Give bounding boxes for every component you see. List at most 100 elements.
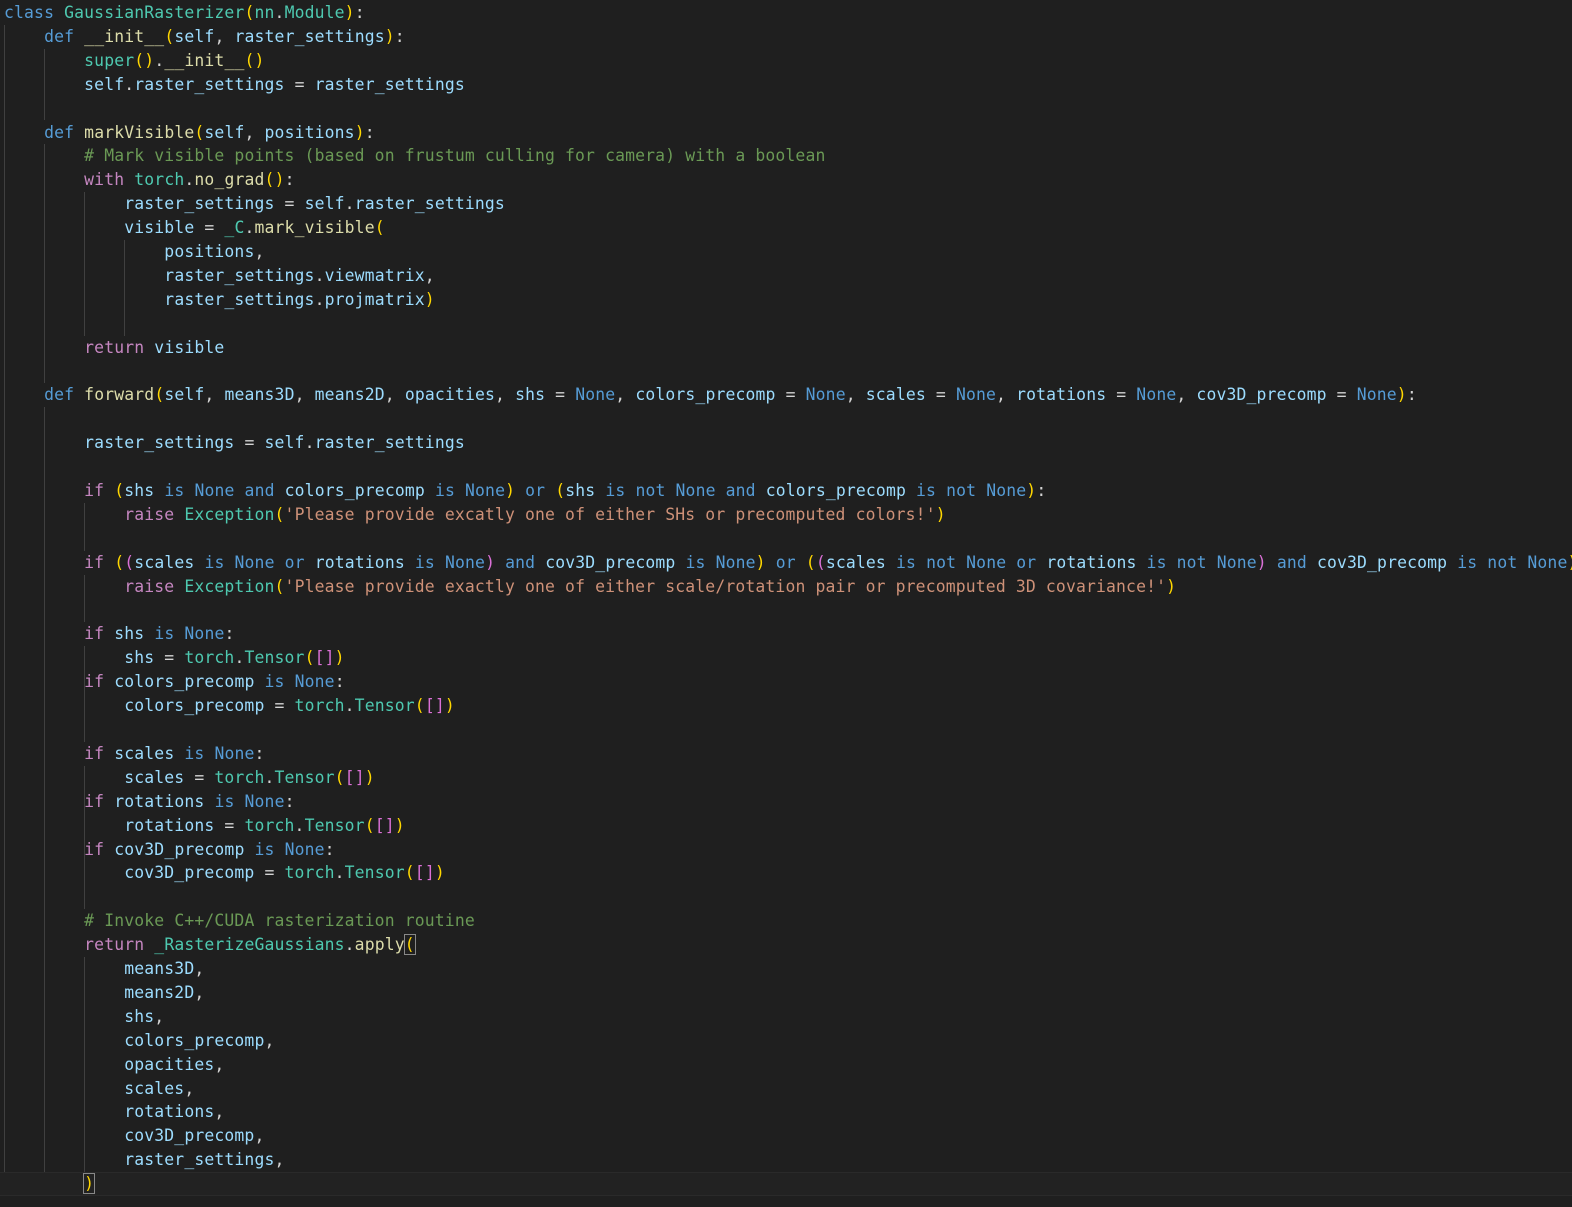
code-line[interactable]: [0, 455, 1572, 479]
code-line[interactable]: if ((scales is None or rotations is None…: [0, 551, 1572, 575]
code-line[interactable]: # Mark visible points (based on frustum …: [0, 144, 1572, 168]
code-line[interactable]: if colors_precomp is None:: [0, 670, 1572, 694]
code-line[interactable]: class GaussianRasterizer(nn.Module):: [0, 1, 1572, 25]
code-token: visible: [124, 218, 195, 238]
code-line[interactable]: rotations,: [0, 1100, 1572, 1124]
code-token: =: [1106, 385, 1137, 405]
code-line[interactable]: raise Exception('Please provide exactly …: [0, 575, 1572, 599]
code-line[interactable]: ): [0, 1172, 1572, 1197]
code-line[interactable]: [0, 527, 1572, 551]
code-line[interactable]: def markVisible(self, positions):: [0, 121, 1572, 145]
code-line[interactable]: visible = _C.mark_visible(: [0, 216, 1572, 240]
code-line[interactable]: rotations = torch.Tensor([]): [0, 814, 1572, 838]
code-line[interactable]: [0, 599, 1572, 623]
code-line[interactable]: cov3D_precomp,: [0, 1124, 1572, 1148]
code-token: ): [1567, 553, 1572, 572]
code-line-text: colors_precomp,: [4, 1029, 275, 1053]
code-line[interactable]: raster_settings.viewmatrix,: [0, 264, 1572, 288]
code-line[interactable]: raster_settings.projmatrix): [0, 288, 1572, 312]
code-line[interactable]: [0, 407, 1572, 431]
code-line[interactable]: with torch.no_grad():: [0, 168, 1572, 192]
code-line[interactable]: if cov3D_precomp is None:: [0, 838, 1572, 862]
code-token: if: [84, 672, 105, 692]
code-token: markVisible: [84, 122, 195, 142]
code-line[interactable]: positions,: [0, 240, 1572, 264]
code-line[interactable]: colors_precomp = torch.Tensor([]): [0, 694, 1572, 718]
code-token: (: [244, 50, 255, 70]
code-line[interactable]: [0, 360, 1572, 384]
code-editor[interactable]: class GaussianRasterizer(nn.Module): def…: [0, 0, 1572, 1207]
code-line[interactable]: raster_settings = self.raster_settings: [0, 192, 1572, 216]
code-line-text: if colors_precomp is None:: [4, 670, 345, 694]
code-line[interactable]: shs,: [0, 1005, 1572, 1029]
code-token: ): [384, 26, 395, 46]
code-token: ): [334, 648, 345, 668]
code-line[interactable]: shs = torch.Tensor([]): [0, 646, 1572, 670]
code-line[interactable]: cov3D_precomp = torch.Tensor([]): [0, 861, 1572, 885]
code-token: rotations: [1016, 385, 1107, 405]
code-token: .: [124, 74, 135, 94]
code-token: :: [254, 743, 265, 763]
code-token: (: [414, 696, 425, 716]
code-line[interactable]: [0, 312, 1572, 336]
code-token: ,: [495, 385, 516, 405]
code-token: is: [264, 672, 285, 692]
code-token: not: [1487, 552, 1518, 572]
code-line[interactable]: raise Exception('Please provide excatly …: [0, 503, 1572, 527]
code-line[interactable]: if scales is None:: [0, 742, 1572, 766]
code-token: None: [1356, 385, 1397, 405]
code-line[interactable]: if shs is None:: [0, 622, 1572, 646]
code-line[interactable]: def __init__(self, raster_settings):: [0, 25, 1572, 49]
code-line[interactable]: def forward(self, means3D, means2D, opac…: [0, 383, 1572, 407]
code-line[interactable]: scales,: [0, 1077, 1572, 1101]
code-token: ,: [214, 1054, 225, 1074]
code-line[interactable]: super().__init__(): [0, 49, 1572, 73]
code-token: Tensor: [304, 815, 365, 835]
code-token: def: [44, 26, 75, 46]
code-line[interactable]: return _RasterizeGaussians.apply(: [0, 933, 1572, 957]
code-line[interactable]: self.raster_settings = raster_settings: [0, 73, 1572, 97]
code-token: torch: [134, 170, 185, 190]
code-token: ,: [154, 1006, 165, 1026]
code-token: colors_precomp: [114, 672, 255, 692]
code-line[interactable]: colors_precomp,: [0, 1029, 1572, 1053]
code-token: cov3D_precomp: [1196, 385, 1327, 405]
code-token: ,: [244, 122, 265, 142]
code-line[interactable]: if rotations is None:: [0, 790, 1572, 814]
code-token: # Mark visible points (based on frustum …: [84, 146, 826, 166]
code-line[interactable]: [0, 885, 1572, 909]
code-line[interactable]: opacities,: [0, 1053, 1572, 1077]
code-line[interactable]: scales = torch.Tensor([]): [0, 766, 1572, 790]
code-token: None: [805, 385, 846, 405]
code-token: =: [775, 385, 806, 405]
code-token: None: [184, 624, 225, 644]
code-token: (: [244, 3, 255, 22]
code-token: self: [304, 194, 345, 214]
code-line[interactable]: if (shs is None and colors_precomp is No…: [0, 479, 1572, 503]
code-token: Tensor: [274, 767, 335, 787]
code-token: shs: [114, 624, 145, 644]
code-line[interactable]: means3D,: [0, 957, 1572, 981]
code-token: ): [935, 504, 946, 524]
code-line[interactable]: means2D,: [0, 981, 1572, 1005]
code-line[interactable]: [0, 718, 1572, 742]
code-line[interactable]: # Invoke C++/CUDA rasterization routine: [0, 909, 1572, 933]
code-token: =: [1326, 385, 1357, 405]
code-line[interactable]: [0, 97, 1572, 121]
code-line[interactable]: return visible: [0, 336, 1572, 360]
code-token: =: [234, 433, 265, 453]
code-line[interactable]: raster_settings = self.raster_settings: [0, 431, 1572, 455]
code-line[interactable]: raster_settings,: [0, 1148, 1572, 1172]
